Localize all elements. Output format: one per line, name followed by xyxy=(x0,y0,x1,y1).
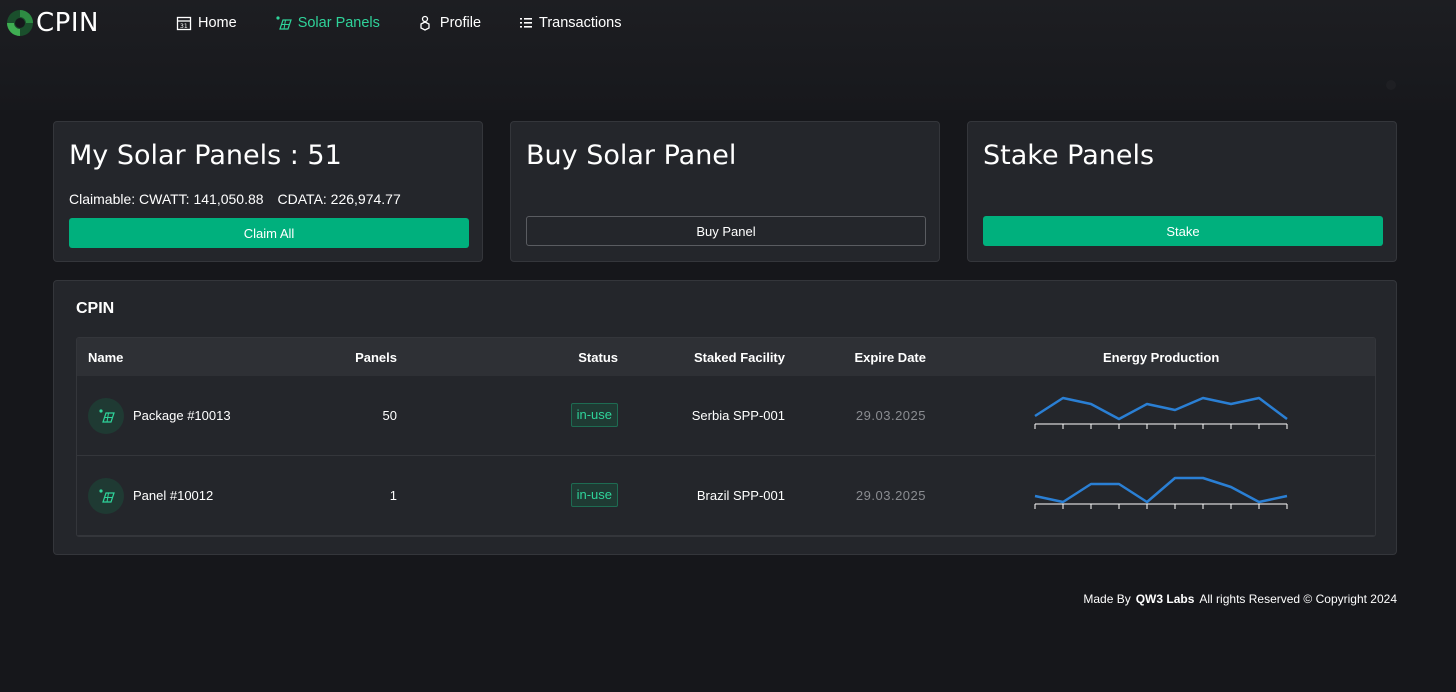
brand-name: CPIN xyxy=(36,8,99,38)
claimable-summary: Claimable: CWATT: 141,050.88 CDATA: 226,9… xyxy=(69,191,401,207)
header-expire-date: Expire Date xyxy=(854,350,926,365)
row-expire-date: 29.03.2025 xyxy=(855,488,926,503)
buy-panel-button[interactable]: Buy Panel xyxy=(526,216,926,246)
footer-made-by: Made By xyxy=(1083,592,1131,606)
footer-rights: All rights Reserved © Copyright 2024 xyxy=(1199,592,1397,606)
header-name: Name xyxy=(88,350,124,365)
main-nav: 31 Home Solar Panels Profile Transaction… xyxy=(176,14,659,32)
row-name: Package #10013 xyxy=(133,408,231,423)
cpin-logo-icon xyxy=(7,10,33,36)
my-solar-panels-card: My Solar Panels : 51 Claimable: CWATT: 1… xyxy=(53,121,483,262)
table-header: Name Panels Status Staked Facility Expir… xyxy=(77,338,1375,376)
header-energy-production: Energy Production xyxy=(1103,350,1220,365)
nav-profile-label: Profile xyxy=(439,15,482,31)
calendar-icon: 31 xyxy=(176,16,192,31)
nav-home-label: Home xyxy=(198,15,237,31)
table-row[interactable]: Package #10013 50 in-use Serbia SPP-001 … xyxy=(77,376,1375,456)
panel-avatar xyxy=(88,478,124,514)
solar-panel-icon xyxy=(98,409,115,423)
cpin-table-card: CPIN Name Panels Status Staked Facility … xyxy=(53,280,1397,555)
row-panels: 50 xyxy=(382,408,397,423)
solar-panel-icon xyxy=(276,16,292,30)
header-status: Status xyxy=(578,350,618,365)
claimable-cwatt: Claimable: CWATT: 141,050.88 xyxy=(69,191,264,207)
decorative-dot xyxy=(1386,80,1396,90)
table-row[interactable]: Panel #10012 1 in-use Brazil SPP-001 29.… xyxy=(77,456,1375,536)
nav-transactions-label: Transactions xyxy=(539,15,622,31)
buy-solar-panel-card: Buy Solar Panel Buy Panel xyxy=(510,121,940,262)
claim-all-button[interactable]: Claim All xyxy=(69,218,469,248)
top-navbar: CPIN 31 Home Solar Panels Profile Transa… xyxy=(0,0,1456,110)
footer: Made By QW3 Labs All rights Reserved © Cop… xyxy=(1083,592,1397,606)
stake-panels-card: Stake Panels Stake xyxy=(967,121,1397,262)
status-badge: in-use xyxy=(570,483,618,507)
table-title: CPIN xyxy=(76,300,115,317)
header-staked-facility: Staked Facility xyxy=(693,350,785,365)
panels-table: Name Panels Status Staked Facility Expir… xyxy=(76,337,1376,537)
energy-sparkline xyxy=(1034,476,1288,509)
brand[interactable]: CPIN xyxy=(6,8,99,38)
nav-profile[interactable]: Profile xyxy=(418,14,481,32)
row-facility: Serbia SPP-001 xyxy=(691,408,785,423)
row-facility: Brazil SPP-001 xyxy=(696,488,785,503)
solar-panel-icon xyxy=(98,489,115,503)
header-panels: Panels xyxy=(355,350,397,365)
sparkline-line xyxy=(1034,476,1288,504)
profile-icon xyxy=(420,15,430,31)
svg-text:31: 31 xyxy=(180,23,188,30)
sparkline-line xyxy=(1034,396,1288,421)
my-solar-panels-title: My Solar Panels : 51 xyxy=(69,140,342,171)
row-expire-date: 29.03.2025 xyxy=(855,408,926,423)
energy-sparkline xyxy=(1034,396,1288,429)
nav-solar-panels-label: Solar Panels xyxy=(297,15,380,31)
stake-button[interactable]: Stake xyxy=(983,216,1383,246)
row-panels: 1 xyxy=(389,488,397,503)
stake-panels-title: Stake Panels xyxy=(983,140,1155,171)
claimable-cdata: CDATA: 226,974.77 xyxy=(277,191,401,207)
footer-company[interactable]: QW3 Labs xyxy=(1136,592,1195,606)
buy-solar-panel-title: Buy Solar Panel xyxy=(526,140,737,171)
list-icon xyxy=(520,18,533,28)
status-badge: in-use xyxy=(570,403,618,427)
nav-home[interactable]: 31 Home xyxy=(176,14,237,32)
nav-transactions[interactable]: Transactions xyxy=(519,14,621,32)
row-name: Panel #10012 xyxy=(133,488,214,503)
panel-avatar xyxy=(88,398,124,434)
nav-solar-panels[interactable]: Solar Panels xyxy=(275,14,380,32)
